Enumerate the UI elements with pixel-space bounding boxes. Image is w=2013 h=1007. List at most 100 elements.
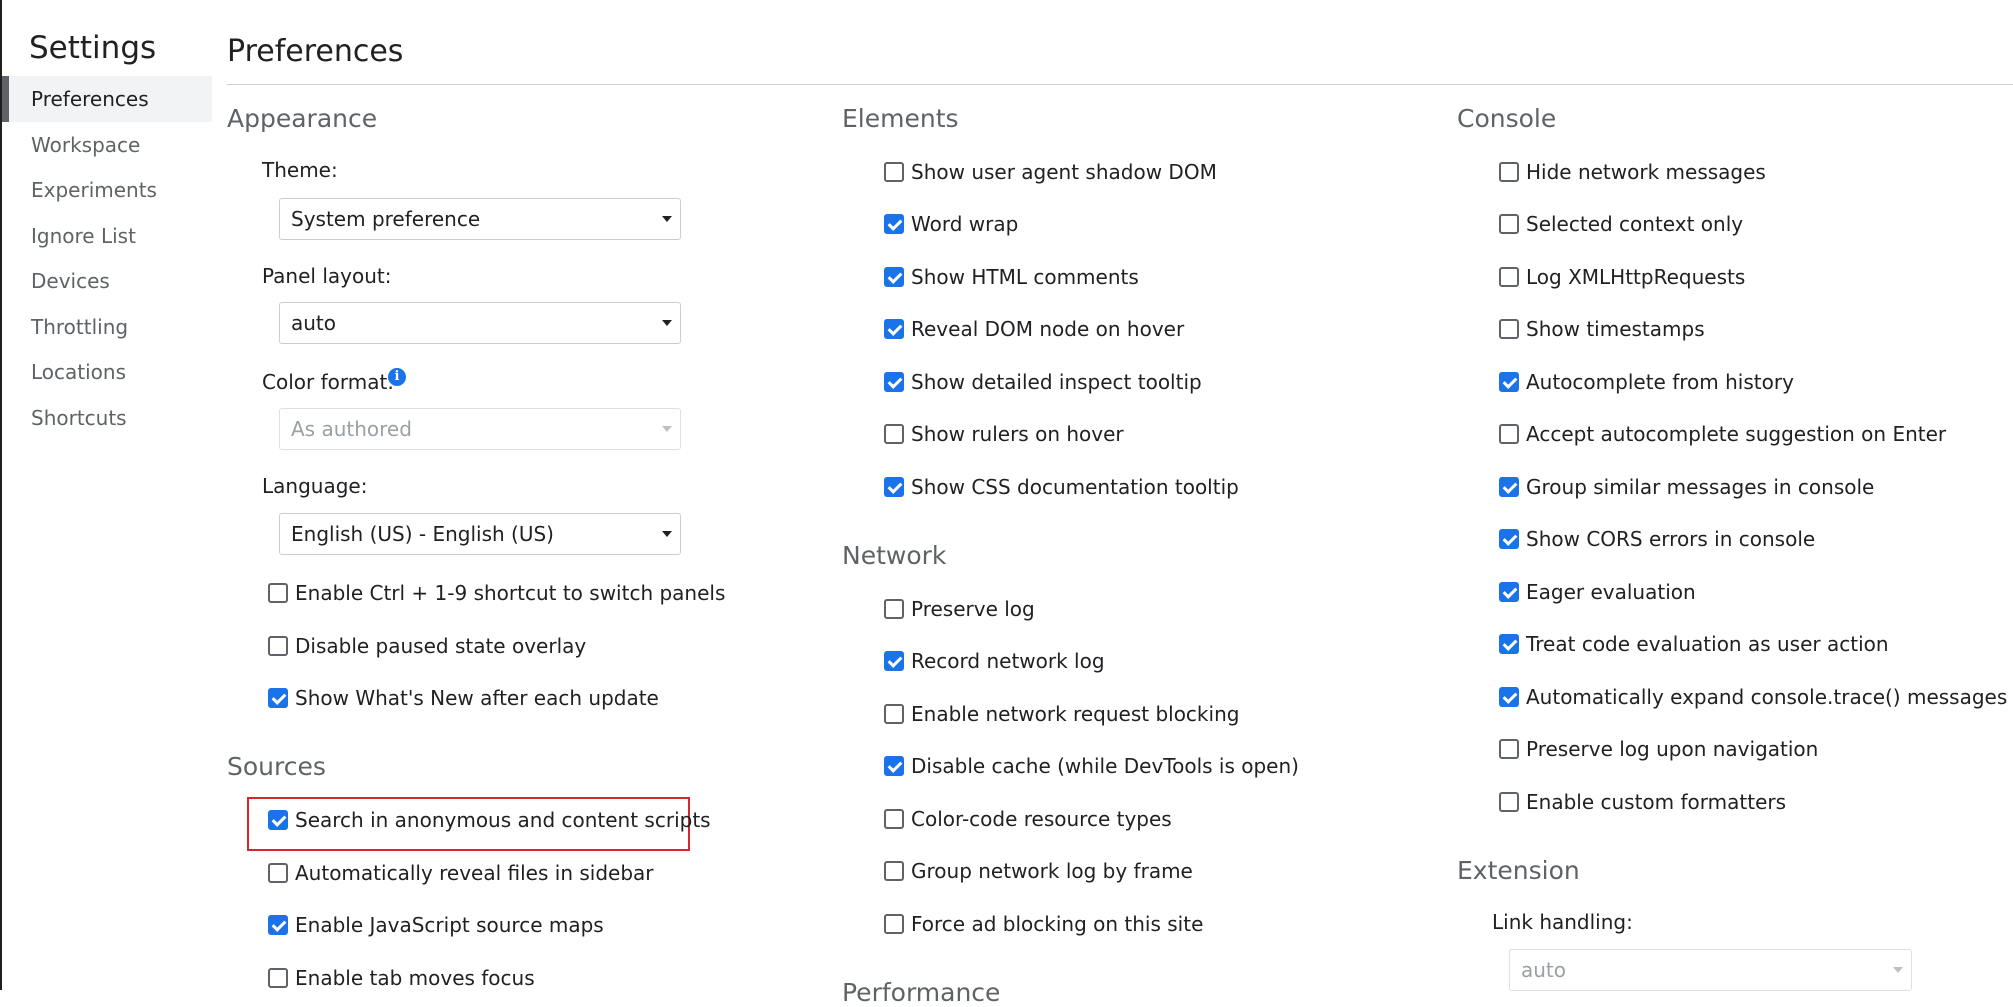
option-label: Show CSS documentation tooltip bbox=[911, 475, 1239, 499]
checkbox[interactable] bbox=[1499, 162, 1519, 182]
checkbox-checked[interactable] bbox=[1499, 634, 1519, 654]
sidebar-item-throttling[interactable]: Throttling bbox=[2, 304, 212, 350]
option-label: Accept autocomplete suggestion on Enter bbox=[1526, 422, 1947, 446]
link-handling-label: Link handling: bbox=[1492, 910, 1633, 934]
panel-layout-select-value: auto bbox=[291, 311, 337, 335]
checkbox-checked[interactable] bbox=[268, 810, 288, 830]
option-label: Treat code evaluation as user action bbox=[1526, 632, 1889, 656]
sidebar-item-locations[interactable]: Locations bbox=[2, 349, 212, 395]
checkbox[interactable] bbox=[1499, 267, 1519, 287]
checkbox-checked[interactable] bbox=[884, 477, 904, 497]
option-label: Search in anonymous and content scripts bbox=[295, 808, 711, 832]
checkbox[interactable] bbox=[884, 599, 904, 619]
option-label: Hide network messages bbox=[1526, 160, 1766, 184]
checkbox[interactable] bbox=[1499, 214, 1519, 234]
color-format-select: As authored bbox=[279, 408, 681, 450]
option-label: Eager evaluation bbox=[1526, 580, 1696, 604]
theme-select[interactable]: System preference bbox=[279, 198, 681, 240]
option-label: Enable JavaScript source maps bbox=[295, 913, 604, 937]
option-label: Autocomplete from history bbox=[1526, 370, 1794, 394]
option-label: Show What's New after each update bbox=[295, 686, 659, 710]
title-divider bbox=[227, 84, 2013, 85]
checkbox-checked[interactable] bbox=[1499, 582, 1519, 602]
option-label: Force ad blocking on this site bbox=[911, 912, 1204, 936]
checkbox[interactable] bbox=[1499, 319, 1519, 339]
checkbox[interactable] bbox=[268, 863, 288, 883]
option-label: Enable network request blocking bbox=[911, 702, 1240, 726]
option-label: Selected context only bbox=[1526, 212, 1744, 236]
chevron-down-icon bbox=[662, 216, 672, 222]
checkbox[interactable] bbox=[268, 968, 288, 988]
option-label: Enable Ctrl + 1-9 shortcut to switch pan… bbox=[295, 581, 726, 605]
option-label: Automatically expand console.trace() mes… bbox=[1526, 685, 2008, 709]
panel-layout-select[interactable]: auto bbox=[279, 302, 681, 344]
option-label: Show detailed inspect tooltip bbox=[911, 370, 1202, 394]
language-select-value: English (US) - English (US) bbox=[291, 522, 554, 546]
sidebar-item-preferences[interactable]: Preferences bbox=[2, 76, 212, 122]
option-label: Group similar messages in console bbox=[1526, 475, 1875, 499]
checkbox-checked[interactable] bbox=[1499, 372, 1519, 392]
checkbox[interactable] bbox=[884, 424, 904, 444]
option-label: Show HTML comments bbox=[911, 265, 1139, 289]
option-label: Log XMLHttpRequests bbox=[1526, 265, 1746, 289]
option-label: Word wrap bbox=[911, 212, 1019, 236]
sidebar-item-devices[interactable]: Devices bbox=[2, 258, 212, 304]
checkbox-checked[interactable] bbox=[268, 915, 288, 935]
checkbox[interactable] bbox=[268, 583, 288, 603]
chevron-down-icon bbox=[1893, 967, 1903, 973]
checkbox[interactable] bbox=[884, 162, 904, 182]
option-label: Show user agent shadow DOM bbox=[911, 160, 1217, 184]
option-label: Enable custom formatters bbox=[1526, 790, 1787, 814]
link-handling-select: auto bbox=[1509, 949, 1912, 991]
section-title-appearance: Appearance bbox=[227, 104, 378, 133]
option-label: Show CORS errors in console bbox=[1526, 527, 1816, 551]
section-title-console: Console bbox=[1457, 104, 1557, 133]
sidebar-item-experiments[interactable]: Experiments bbox=[2, 167, 212, 213]
checkbox-checked[interactable] bbox=[268, 688, 288, 708]
settings-title: Settings bbox=[29, 30, 157, 66]
language-label: Language: bbox=[262, 474, 368, 498]
section-title-performance: Performance bbox=[842, 978, 1001, 1007]
checkbox[interactable] bbox=[884, 914, 904, 934]
checkbox[interactable] bbox=[884, 809, 904, 829]
settings-sidebar: Settings Preferences Workspace Experimen… bbox=[2, 0, 212, 990]
section-title-sources: Sources bbox=[227, 752, 326, 781]
checkbox-checked[interactable] bbox=[884, 651, 904, 671]
page-title: Preferences bbox=[227, 34, 404, 69]
option-label: Preserve log upon navigation bbox=[1526, 737, 1819, 761]
option-label: Color-code resource types bbox=[911, 807, 1172, 831]
checkbox-checked[interactable] bbox=[1499, 477, 1519, 497]
checkbox-checked[interactable] bbox=[884, 267, 904, 287]
info-icon[interactable]: i bbox=[388, 368, 406, 386]
option-label: Automatically reveal files in sidebar bbox=[295, 861, 654, 885]
checkbox-checked[interactable] bbox=[884, 372, 904, 392]
option-label: Disable cache (while DevTools is open) bbox=[911, 754, 1299, 778]
color-format-select-value: As authored bbox=[291, 417, 412, 441]
checkbox-checked[interactable] bbox=[1499, 687, 1519, 707]
theme-select-value: System preference bbox=[291, 207, 481, 231]
checkbox[interactable] bbox=[884, 861, 904, 881]
chevron-down-icon bbox=[662, 320, 672, 326]
sidebar-item-ignore-list[interactable]: Ignore List bbox=[2, 213, 212, 259]
theme-label: Theme: bbox=[262, 158, 338, 182]
checkbox[interactable] bbox=[1499, 424, 1519, 444]
checkbox[interactable] bbox=[1499, 739, 1519, 759]
checkbox-checked[interactable] bbox=[1499, 529, 1519, 549]
option-label: Show rulers on hover bbox=[911, 422, 1124, 446]
option-label: Group network log by frame bbox=[911, 859, 1193, 883]
chevron-down-icon bbox=[662, 426, 672, 432]
option-label: Record network log bbox=[911, 649, 1105, 673]
checkbox[interactable] bbox=[268, 636, 288, 656]
sidebar-item-workspace[interactable]: Workspace bbox=[2, 122, 212, 168]
sidebar-item-shortcuts[interactable]: Shortcuts bbox=[2, 395, 212, 441]
checkbox-checked[interactable] bbox=[884, 214, 904, 234]
checkbox[interactable] bbox=[884, 704, 904, 724]
option-label: Disable paused state overlay bbox=[295, 634, 587, 658]
checkbox-checked[interactable] bbox=[884, 756, 904, 776]
option-label: Enable tab moves focus bbox=[295, 966, 535, 990]
panel-layout-label: Panel layout: bbox=[262, 264, 392, 288]
checkbox[interactable] bbox=[1499, 792, 1519, 812]
checkbox-checked[interactable] bbox=[884, 319, 904, 339]
option-label: Reveal DOM node on hover bbox=[911, 317, 1185, 341]
language-select[interactable]: English (US) - English (US) bbox=[279, 513, 681, 555]
